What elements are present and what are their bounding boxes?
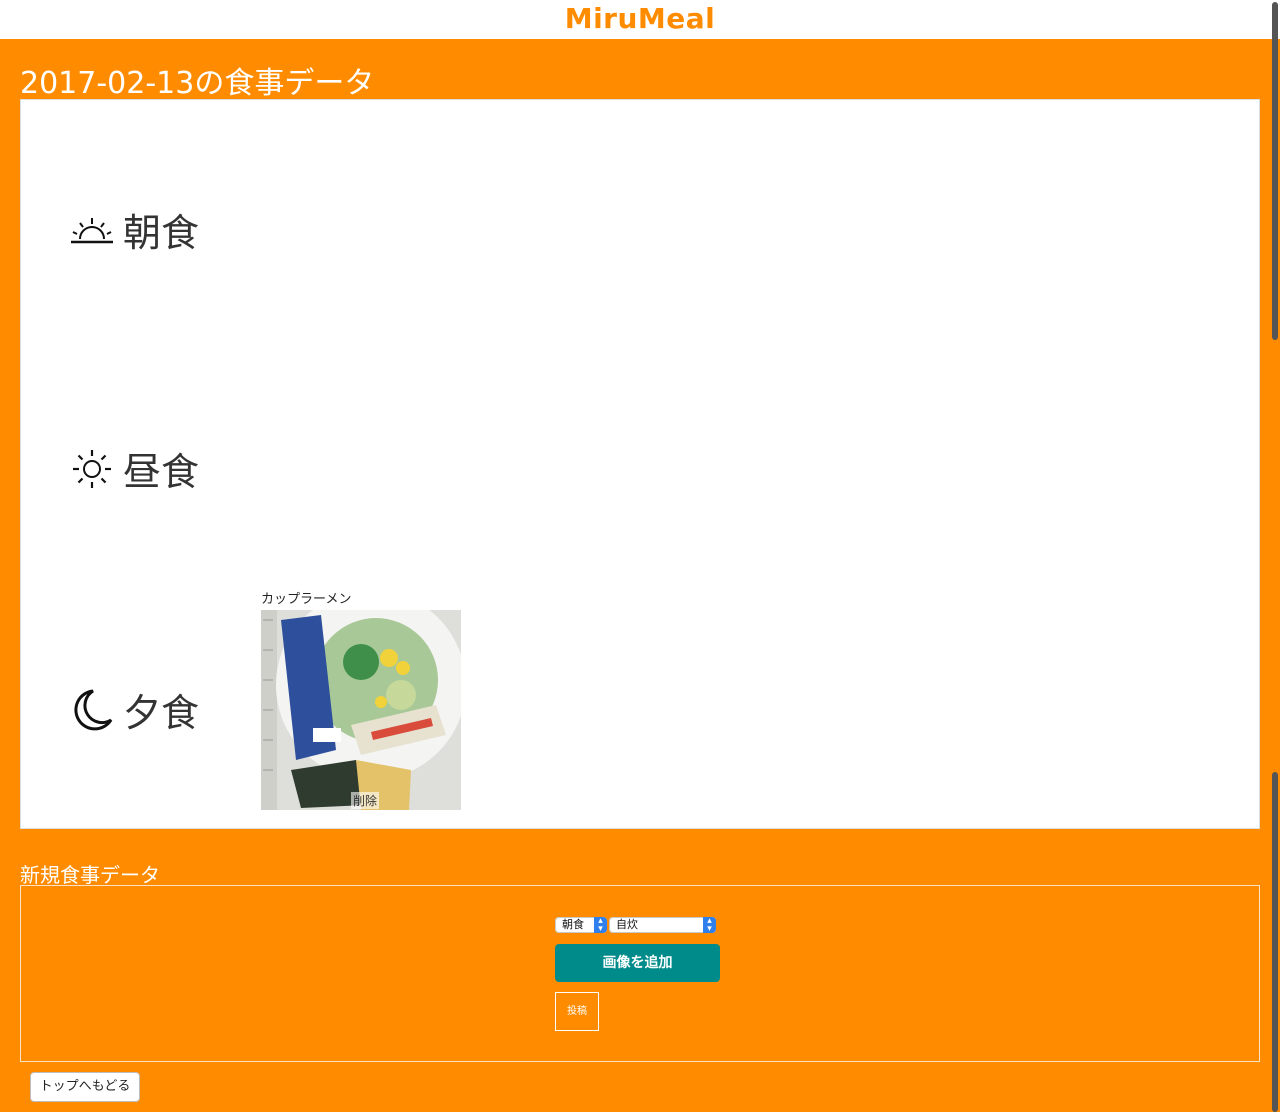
page-title: 2017-02-13の食事データ (20, 66, 375, 101)
add-image-button[interactable]: 画像を追加 (555, 944, 720, 982)
meal-row-dinner: 夕食 (71, 682, 199, 737)
meal-type-select[interactable]: 自炊 ▴ ▾ (609, 917, 716, 934)
food-name: カップラーメン (261, 592, 352, 607)
meal-label-breakfast: 朝食 (123, 211, 200, 255)
meal-label-dinner: 夕食 (123, 691, 200, 735)
dinner-food-card: カップラーメン 削除 (261, 590, 461, 810)
meal-time-select[interactable]: 朝食 ▴ ▾ (555, 917, 607, 934)
food-photo[interactable]: 削除 (261, 610, 461, 810)
select-arrows-icon: ▴ ▾ (594, 917, 607, 934)
meal-time-select-value: 朝食 (562, 918, 584, 931)
moon-icon (71, 688, 113, 732)
meal-label-lunch: 昼食 (123, 450, 200, 494)
new-meal-form: 朝食 ▴ ▾ 自炊 ▴ ▾ 画像を追加 投稿 (20, 885, 1260, 1062)
meal-type-select-value: 自炊 (616, 918, 638, 931)
scrollbar-thumb-upper[interactable] (1272, 2, 1278, 340)
page-scrollbar[interactable] (1270, 0, 1280, 1112)
sunrise-icon (71, 215, 113, 245)
meals-panel: 朝食 昼食 夕食 カップラーメン 削除 (20, 99, 1260, 829)
scrollbar-thumb-lower[interactable] (1272, 772, 1278, 1112)
app-brand-logo[interactable]: MiruMeal (565, 2, 716, 35)
post-button[interactable]: 投稿 (555, 992, 599, 1031)
select-arrows-icon: ▴ ▾ (703, 917, 716, 934)
new-meal-section-title: 新規食事データ (20, 863, 160, 887)
meal-row-breakfast: 朝食 (71, 202, 199, 257)
back-to-top-button[interactable]: トップへもどる (30, 1072, 140, 1102)
header-bar: MiruMeal (0, 0, 1280, 39)
sun-icon (71, 449, 113, 489)
delete-link[interactable]: 削除 (351, 792, 380, 809)
meal-row-lunch: 昼食 (71, 441, 199, 496)
